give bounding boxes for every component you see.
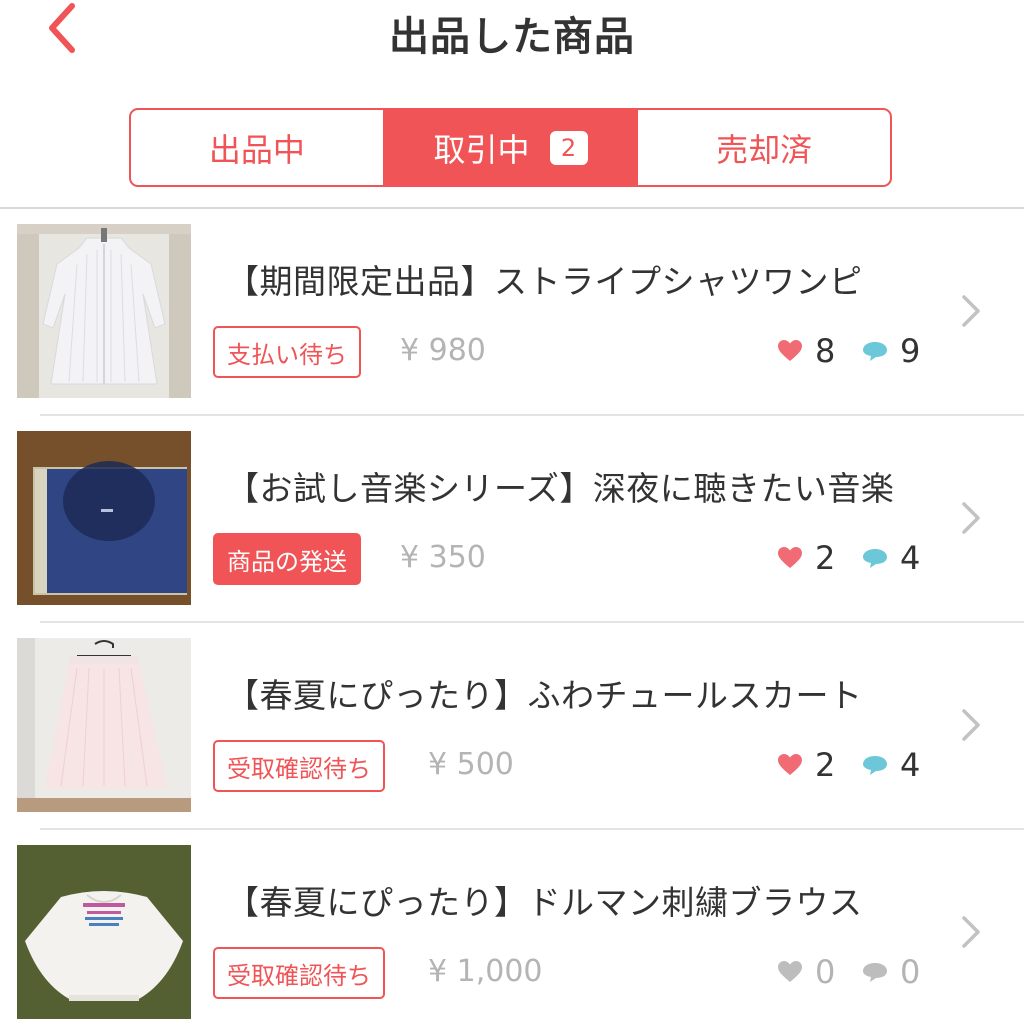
comments-value: 4 (900, 539, 921, 577)
count-badge: 2 (549, 130, 588, 165)
tab-label: 取引中 (433, 130, 530, 169)
comments-value: 4 (900, 746, 921, 784)
likes-value: 8 (815, 332, 836, 370)
status-badge: 受取確認待ち (213, 947, 385, 999)
comments-value: 9 (900, 332, 921, 370)
likes-count: 8 (777, 331, 835, 371)
item-title: 【春夏にぴったり】ふわチュールスカート (226, 676, 863, 715)
item-list: 【期間限定出品】ストライプシャツワンピ 支払い待ち ¥ 980 8 9 【お試し… (0, 209, 1024, 1024)
item-price: ¥ 350 (400, 540, 486, 575)
list-item[interactable]: 【お試し音楽シリーズ】深夜に聴きたい音楽 商品の発送 ¥ 350 2 4 (0, 416, 1024, 623)
item-price: ¥ 500 (428, 747, 514, 782)
comments-count: 9 (862, 331, 920, 371)
comments-count: 0 (862, 952, 920, 992)
item-title: 【お試し音楽シリーズ】深夜に聴きたい音楽 (226, 469, 895, 508)
navigation-header: 出品した商品 (0, 0, 1024, 100)
tab-sold[interactable]: 売却済 (636, 110, 890, 185)
comments-count: 4 (862, 538, 920, 578)
item-title: 【期間限定出品】ストライプシャツワンピ (226, 262, 863, 301)
chevron-right-icon (962, 916, 980, 948)
list-item[interactable]: 【春夏にぴったり】ふわチュールスカート 受取確認待ち ¥ 500 2 4 (0, 623, 1024, 830)
item-title: 【春夏にぴったり】ドルマン刺繍ブラウス (226, 883, 863, 922)
chevron-right-icon (962, 502, 980, 534)
item-thumbnail (17, 431, 191, 605)
tulle-skirt-image (17, 638, 191, 812)
page-title: 出品した商品 (389, 14, 635, 60)
heart-icon (778, 340, 802, 361)
likes-value: 2 (815, 539, 836, 577)
striped-shirt-dress-image (17, 224, 191, 398)
item-thumbnail (17, 638, 191, 812)
listed-items-screen: 出品した商品 出品中 取引中 2 売却済 【期間限定出品】ストライプシャツワンピ… (0, 0, 1024, 1024)
status-tabs: 出品中 取引中 2 売却済 (129, 108, 892, 187)
item-price: ¥ 1,000 (428, 954, 543, 989)
dolman-blouse-image (17, 845, 191, 1019)
list-item[interactable]: 【春夏にぴったり】ドルマン刺繍ブラウス 受取確認待ち ¥ 1,000 0 0 (0, 830, 1024, 1024)
comment-bubble-icon (863, 963, 887, 982)
likes-count: 2 (777, 745, 835, 785)
item-thumbnail (17, 224, 191, 398)
heart-icon (778, 754, 802, 775)
heart-icon (778, 961, 802, 982)
item-thumbnail (17, 845, 191, 1019)
likes-count: 2 (777, 538, 835, 578)
likes-value: 0 (815, 953, 836, 991)
likes-count: 0 (777, 952, 835, 992)
tab-in-progress[interactable]: 取引中 2 (382, 110, 637, 185)
comments-count: 4 (862, 745, 920, 785)
tab-label: 売却済 (716, 130, 813, 169)
tab-label: 出品中 (208, 130, 305, 169)
status-badge[interactable]: 商品の発送 (213, 533, 361, 585)
music-cd-case-image (17, 431, 191, 605)
likes-value: 2 (815, 746, 836, 784)
item-price: ¥ 980 (400, 333, 486, 368)
chevron-right-icon (962, 295, 980, 327)
status-badge: 受取確認待ち (213, 740, 385, 792)
comment-bubble-icon (863, 756, 887, 775)
chevron-right-icon (962, 709, 980, 741)
comment-bubble-icon (863, 549, 887, 568)
tab-listing[interactable]: 出品中 (131, 110, 383, 185)
status-badge: 支払い待ち (213, 326, 361, 378)
list-item[interactable]: 【期間限定出品】ストライプシャツワンピ 支払い待ち ¥ 980 8 9 (0, 209, 1024, 416)
heart-icon (778, 547, 802, 568)
comment-bubble-icon (863, 342, 887, 361)
comments-value: 0 (900, 953, 921, 991)
